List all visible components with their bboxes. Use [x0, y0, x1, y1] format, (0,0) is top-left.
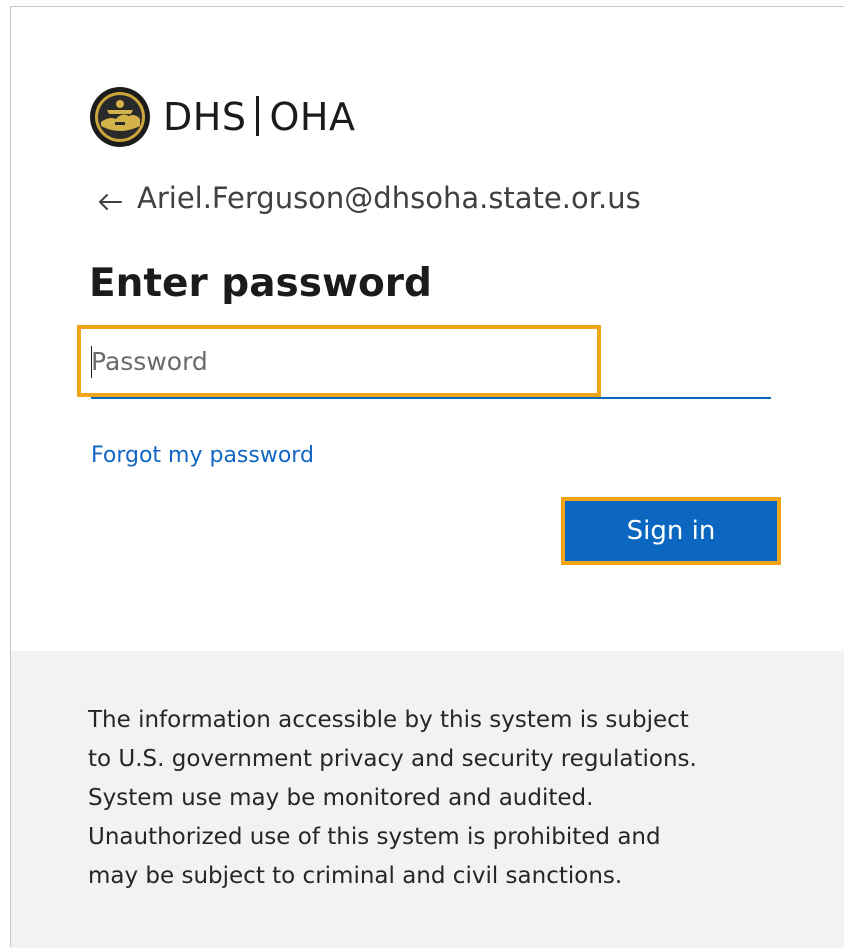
account-email: Ariel.Ferguson@dhsoha.state.or.us [137, 181, 641, 215]
brand-name-dhs: DHS [163, 95, 247, 139]
brand-name-oha: OHA [269, 95, 356, 139]
legal-notice-text: The information accessible by this syste… [88, 707, 697, 889]
brand-header: DHS OHA [89, 85, 355, 149]
sign-in-button[interactable]: Sign in [565, 501, 777, 561]
text-caret [91, 346, 92, 378]
back-arrow-icon[interactable] [97, 192, 123, 212]
page-title: Enter password [89, 261, 432, 306]
brand-separator [256, 96, 260, 136]
account-identity: Ariel.Ferguson@dhsoha.state.or.us [97, 181, 641, 215]
password-input[interactable] [91, 341, 589, 381]
password-underline [91, 397, 771, 399]
sign-in-panel: DHS OHA Ariel.Ferguson@dhsoha.state.or.us… [10, 6, 844, 948]
legal-notice: The information accessible by this syste… [11, 651, 844, 948]
password-field-highlight [77, 325, 601, 397]
sign-in-highlight: Sign in [561, 497, 781, 565]
forgot-password-link[interactable]: Forgot my password [91, 443, 314, 468]
brand-name: DHS OHA [163, 95, 355, 139]
oregon-state-seal-icon [90, 87, 150, 147]
